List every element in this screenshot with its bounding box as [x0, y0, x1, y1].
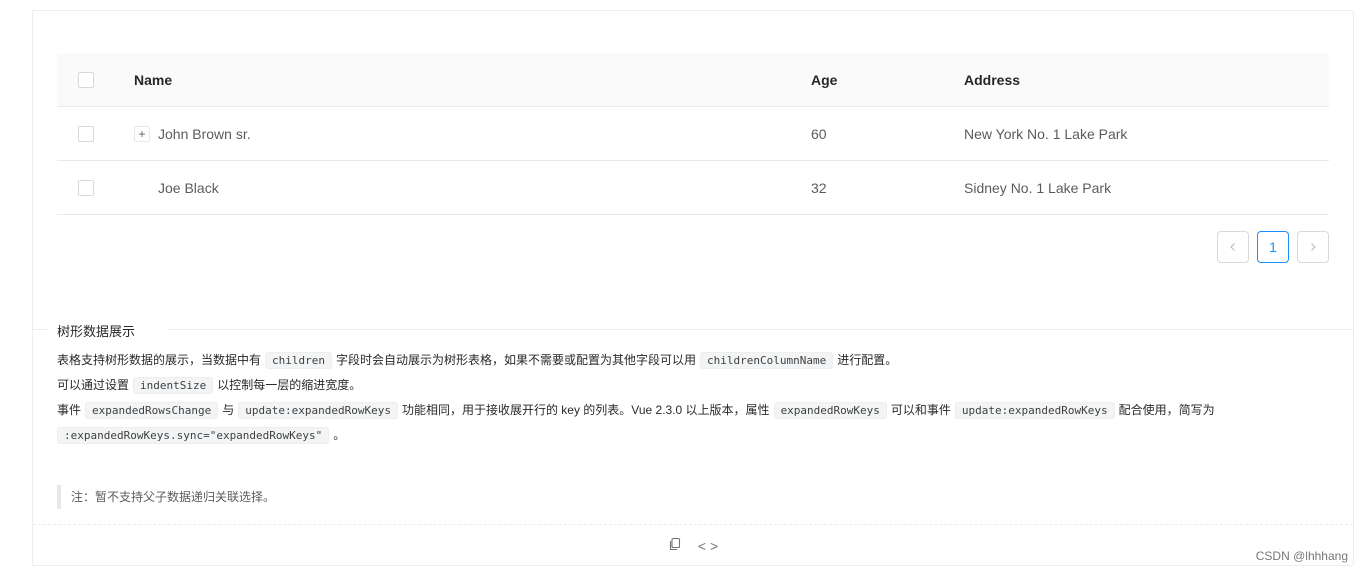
demo-card: Name Age Address + John Brown sr. 60 New… [32, 10, 1354, 566]
pagination: 1 [1217, 231, 1329, 263]
tree-table: Name Age Address + John Brown sr. 60 New… [57, 53, 1329, 215]
header-age: Age [811, 71, 838, 88]
table-row: Joe Black 32 Sidney No. 1 Lake Park [57, 161, 1329, 215]
divider-right [169, 329, 1353, 330]
note-blockquote: 注：暂不支持父子数据递归关联选择。 [57, 485, 275, 509]
chevron-right-icon [1311, 243, 1316, 251]
inline-code: update:expandedRowKeys [238, 402, 398, 419]
divider-left [33, 329, 49, 330]
inline-code: indentSize [133, 377, 214, 394]
row-select-cell [78, 161, 94, 214]
description-title: 树形数据展示 [57, 321, 144, 340]
chevron-left-icon [1230, 243, 1235, 251]
desc-text: 进行配置。 [837, 353, 898, 367]
inline-code: expandedRowsChange [85, 402, 219, 419]
inline-code: children [265, 352, 332, 369]
age-cell: 60 [811, 125, 827, 142]
name-cell: Joe Black [134, 161, 219, 214]
next-page-button[interactable] [1297, 231, 1329, 263]
age-cell: 32 [811, 179, 827, 196]
select-all-cell [78, 53, 94, 106]
expand-plus-icon[interactable]: + [134, 125, 150, 142]
code-icon[interactable]: < > [698, 538, 718, 554]
desc-text: 配合使用，简写为 [1118, 403, 1215, 417]
desc-text: 表格支持树形数据的展示，当数据中有 [57, 353, 262, 367]
code-actions: < > [33, 524, 1353, 566]
table-row: + John Brown sr. 60 New York No. 1 Lake … [57, 107, 1329, 161]
desc-text: 功能相同，用于接收展开行的 key 的列表。Vue 2.3.0 以上版本，属性 [401, 403, 770, 417]
desc-text: 可以和事件 [890, 403, 951, 417]
row-select-cell [78, 107, 94, 160]
copy-icon[interactable] [668, 537, 682, 554]
description-line: 事件 expandedRowsChange 与 update:expandedRowK… [57, 398, 1327, 423]
row-checkbox[interactable] [78, 179, 94, 196]
desc-text: 可以通过设置 [57, 378, 130, 392]
desc-text: 。 [333, 428, 346, 442]
description-line: 表格支持树形数据的展示，当数据中有 children 字段时会自动展示为树形表格，如… [57, 348, 1327, 373]
inline-code: expandedRowKeys [773, 402, 887, 419]
inline-code: update:expandedRowKeys [954, 402, 1115, 419]
prev-page-button[interactable] [1217, 231, 1249, 263]
desc-text: 与 [222, 403, 235, 417]
header-name: Name [134, 71, 173, 88]
address-cell: New York No. 1 Lake Park [964, 125, 1128, 142]
description-line: 可以通过设置 indentSize 以控制每一层的缩进宽度。 [57, 373, 1327, 398]
description-body: 表格支持树形数据的展示，当数据中有 children 字段时会自动展示为树形表格，如… [57, 348, 1327, 448]
header-address: Address [964, 71, 1021, 88]
watermark: CSDN @lhhhang [1255, 549, 1348, 563]
name-cell: + John Brown sr. [134, 107, 251, 160]
address-cell: Sidney No. 1 Lake Park [964, 179, 1112, 196]
name-text: John Brown sr. [158, 125, 251, 142]
row-checkbox[interactable] [78, 125, 94, 142]
select-all-checkbox[interactable] [78, 71, 94, 88]
description-line: :expandedRowKeys.sync="expandedRowKeys"。 [57, 423, 1327, 448]
desc-text: 字段时会自动展示为树形表格，如果不需要或配置为其他字段可以用 [336, 353, 697, 367]
table-header: Name Age Address [57, 53, 1329, 107]
desc-text: 事件 [57, 403, 82, 417]
inline-code: :expandedRowKeys.sync="expandedRowKeys" [57, 427, 330, 444]
name-text: Joe Black [158, 179, 219, 196]
inline-code: childrenColumnName [700, 352, 834, 369]
page-1-button[interactable]: 1 [1257, 231, 1289, 263]
desc-text: 以控制每一层的缩进宽度。 [217, 378, 362, 392]
